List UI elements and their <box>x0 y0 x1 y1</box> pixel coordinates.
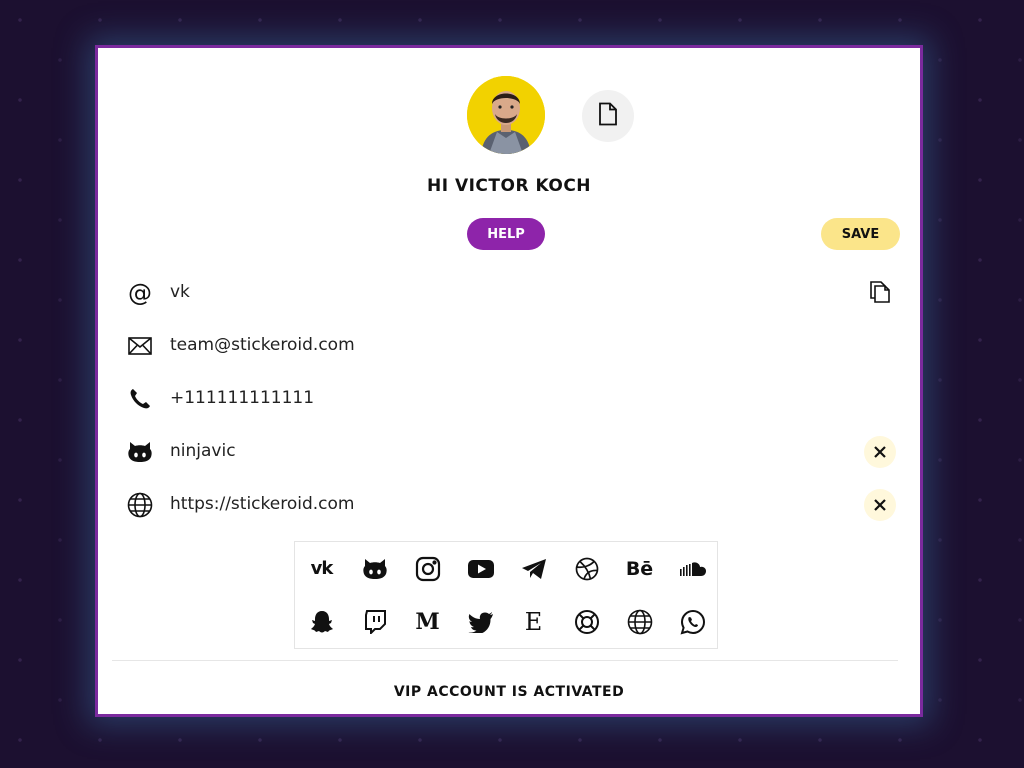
file-button[interactable] <box>582 90 634 142</box>
phone-icon <box>126 385 154 413</box>
at-icon: @ <box>128 279 152 307</box>
vk-icon[interactable]: vk <box>295 542 348 595</box>
lifebuoy-icon[interactable] <box>560 595 613 648</box>
remove-github-button[interactable] <box>864 436 896 468</box>
field-row-github: ninjavic <box>126 434 896 470</box>
remove-website-button[interactable] <box>864 489 896 521</box>
github-icon[interactable] <box>348 542 401 595</box>
website-icon[interactable] <box>613 595 666 648</box>
copy-icon <box>869 278 891 308</box>
save-button[interactable]: SAVE <box>821 218 900 250</box>
instagram-icon[interactable] <box>401 542 454 595</box>
copy-button[interactable] <box>864 277 896 309</box>
soundcloud-icon[interactable] <box>666 542 719 595</box>
whatsapp-icon[interactable] <box>666 595 719 648</box>
phone-value[interactable]: +111111111111 <box>170 388 314 408</box>
field-row-email: team@stickeroid.com <box>126 328 896 364</box>
profile-card: HI VICTOR KOCH HELP SAVE @ vk team@stick… <box>95 45 923 717</box>
social-icons-grid: vk Bē M E <box>294 541 718 649</box>
behance-icon[interactable]: Bē <box>613 542 666 595</box>
website-value[interactable]: https://stickeroid.com <box>170 494 354 514</box>
telegram-icon[interactable] <box>507 542 560 595</box>
avatar[interactable] <box>467 76 545 154</box>
field-row-website: https://stickeroid.com <box>126 487 896 523</box>
medium-icon[interactable]: M <box>401 595 454 648</box>
twitter-icon[interactable] <box>454 595 507 648</box>
etsy-icon[interactable]: E <box>507 595 560 648</box>
username-value[interactable]: vk <box>170 282 190 302</box>
snapchat-icon[interactable] <box>295 595 348 648</box>
twitch-icon[interactable] <box>348 595 401 648</box>
github-icon <box>126 438 154 466</box>
greeting-title: HI VICTOR KOCH <box>426 176 592 196</box>
github-value[interactable]: ninjavic <box>170 441 236 461</box>
file-icon <box>597 102 619 130</box>
remove-icon <box>874 443 886 462</box>
help-button[interactable]: HELP <box>467 218 545 250</box>
field-row-phone: +111111111111 <box>126 381 896 417</box>
divider <box>112 660 898 661</box>
email-value[interactable]: team@stickeroid.com <box>170 335 355 355</box>
field-row-username: @ vk <box>126 275 896 311</box>
remove-icon <box>874 496 886 515</box>
vip-status-text: VIP ACCOUNT IS ACTIVATED <box>393 684 625 700</box>
mail-icon <box>126 332 154 360</box>
globe-icon <box>126 491 154 519</box>
youtube-icon[interactable] <box>454 542 507 595</box>
dribbble-icon[interactable] <box>560 542 613 595</box>
